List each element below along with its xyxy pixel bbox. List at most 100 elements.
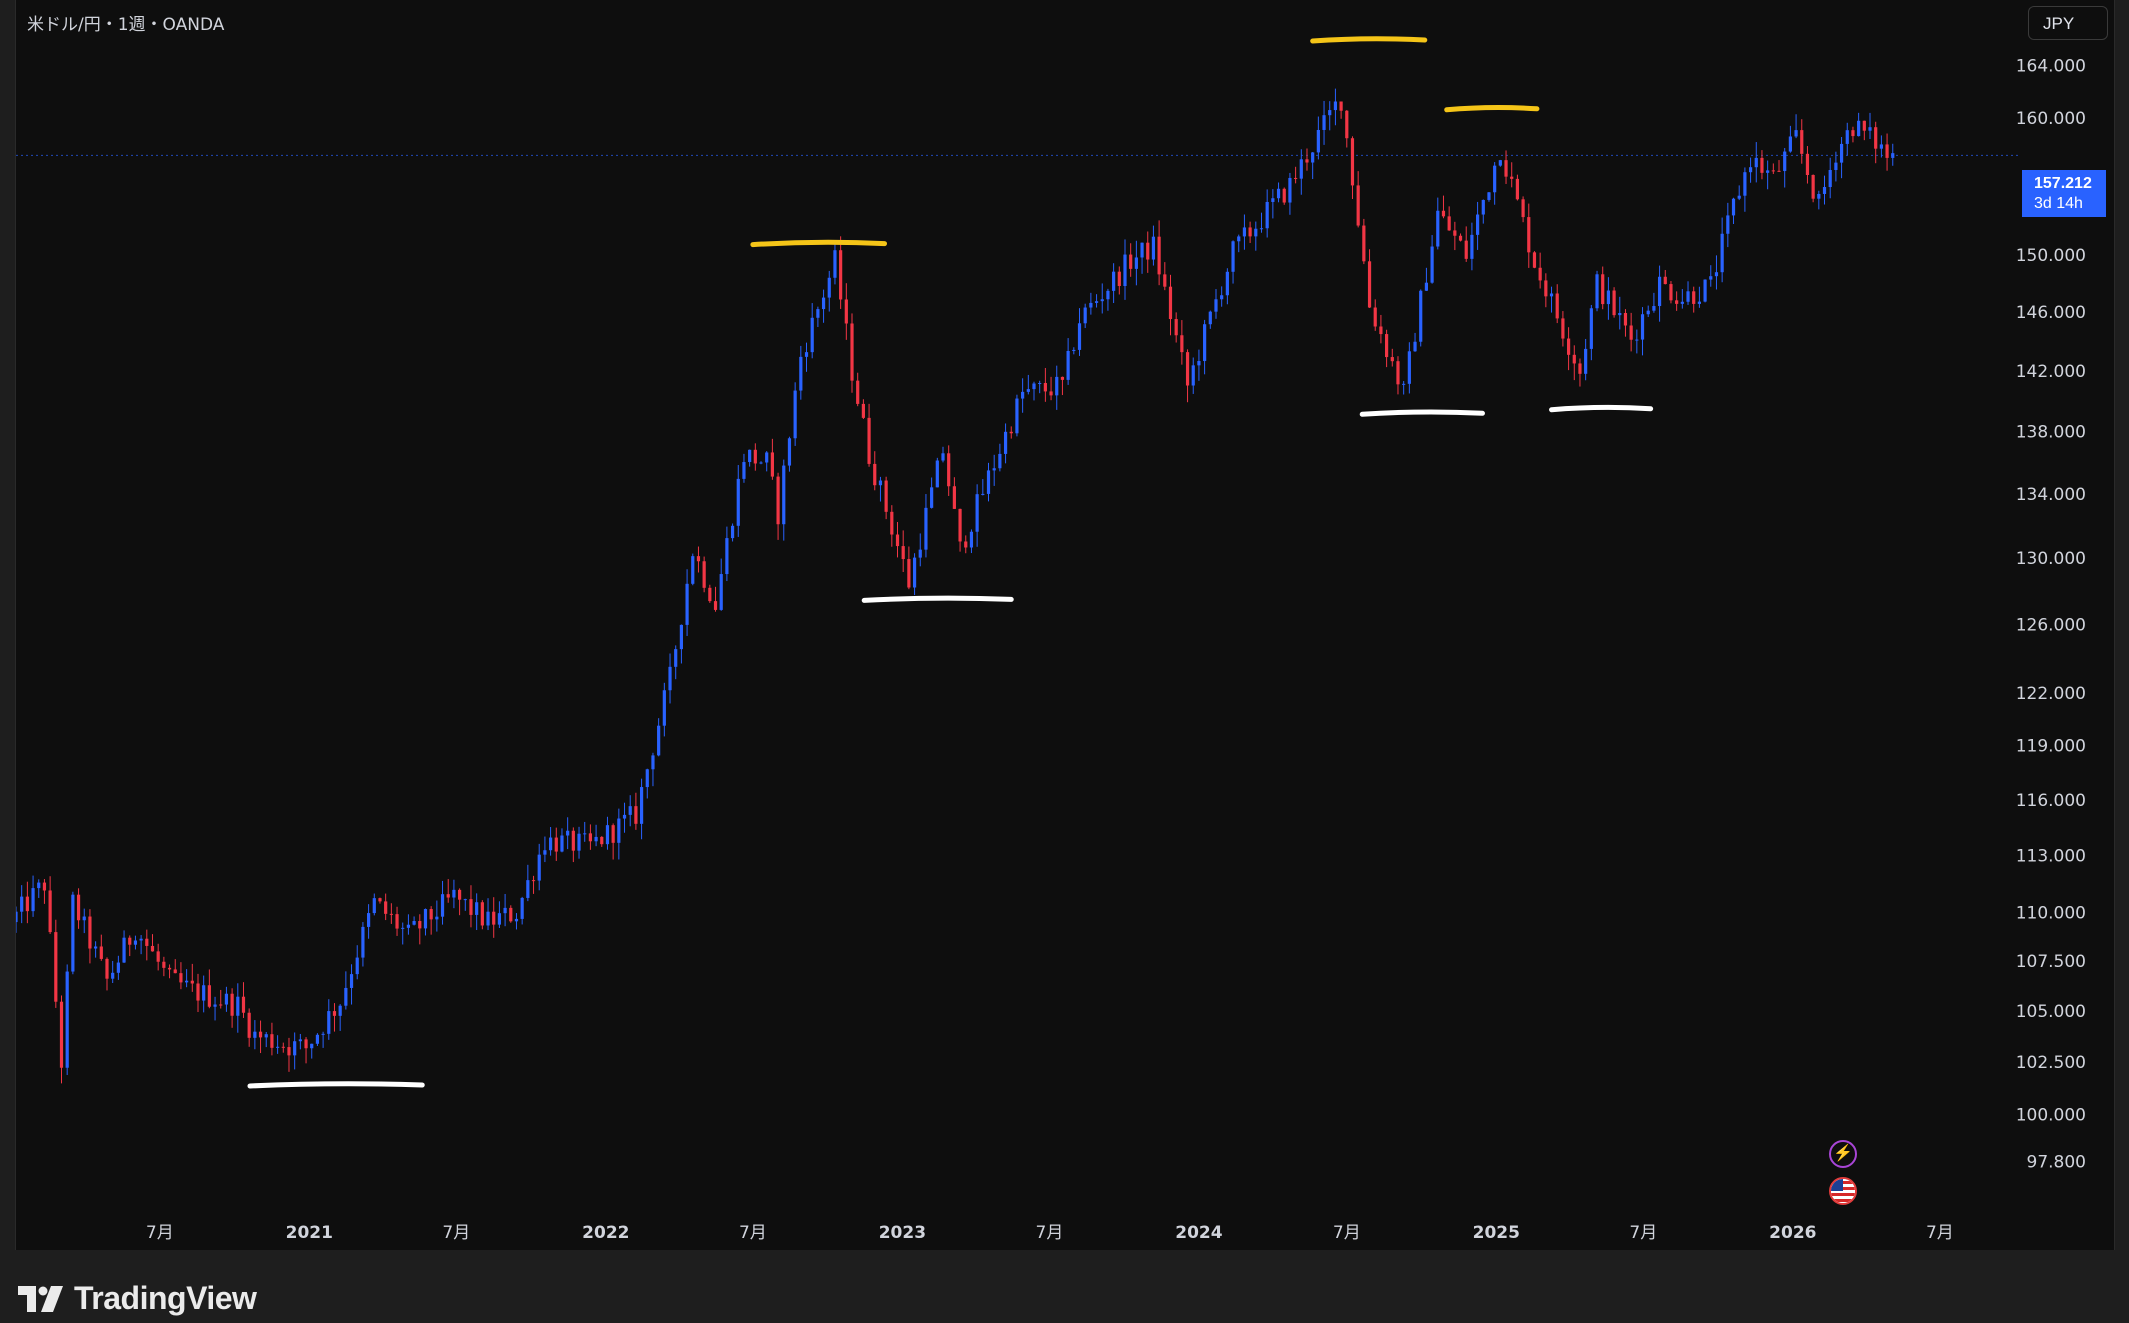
candle-body: [1487, 192, 1491, 200]
candle-body: [520, 897, 524, 919]
candle-body: [645, 769, 649, 788]
lightning-icon[interactable]: ⚡: [1829, 1140, 1857, 1168]
candle-body: [287, 1047, 291, 1056]
candle-body: [133, 940, 138, 945]
candle-body: [941, 453, 945, 461]
candle-body: [492, 911, 496, 925]
candle-body: [344, 987, 348, 1006]
candle-body: [1868, 127, 1872, 131]
candle-body: [918, 549, 922, 558]
candle-body: [48, 890, 52, 933]
candle-body: [1220, 295, 1224, 300]
tradingview-logo-icon: [18, 1285, 63, 1312]
candle-body: [1419, 290, 1423, 342]
tradingview-logo[interactable]: TradingView: [18, 1280, 257, 1317]
candle-body: [1038, 382, 1042, 384]
y-tick-label: 150.000: [2016, 246, 2086, 266]
candle-body: [719, 574, 723, 610]
candle-body: [1003, 431, 1008, 454]
candle-body: [298, 1039, 302, 1042]
candle-body: [1453, 230, 1457, 236]
candle-body: [1015, 398, 1019, 434]
candle-body: [59, 1001, 64, 1068]
candle-body: [1481, 199, 1485, 215]
candle-body: [611, 825, 615, 843]
candle-body: [1214, 299, 1218, 312]
tradingview-logo-text: TradingView: [74, 1280, 257, 1316]
candle-body: [1697, 301, 1701, 304]
candle-body: [1180, 335, 1184, 353]
resistance-mark: [750, 239, 888, 248]
candle-body: [406, 924, 411, 928]
candle-body: [1578, 363, 1582, 374]
candle-body: [1714, 272, 1719, 277]
candle-body: [105, 958, 109, 979]
us-flag-icon[interactable]: [1829, 1177, 1857, 1205]
candle-body: [566, 830, 570, 836]
candle-body: [1032, 383, 1036, 390]
bar-countdown-label: 3d 14h: [2034, 195, 2083, 212]
candle-body: [99, 946, 103, 959]
candle-body: [150, 945, 155, 952]
candle-body: [981, 493, 985, 495]
candle-body: [16, 911, 18, 923]
y-tick-label: 122.000: [2016, 684, 2086, 704]
y-tick-label: 138.000: [2016, 423, 2086, 443]
candle-body: [1328, 110, 1332, 116]
candle-body: [1726, 215, 1730, 234]
candle-body: [310, 1043, 314, 1049]
candle-body: [765, 452, 769, 463]
candle-body: [998, 453, 1002, 469]
candle-body: [1493, 165, 1497, 193]
y-tick-label: 97.800: [2027, 1153, 2086, 1173]
candle-body: [1208, 311, 1212, 325]
candle-body: [736, 478, 740, 526]
candle-body: [1874, 127, 1878, 149]
footer: [0, 1250, 2129, 1323]
candle-body: [1146, 242, 1150, 260]
candle-body: [708, 587, 712, 602]
candle-body: [1822, 187, 1827, 194]
candle-body: [975, 494, 979, 532]
candle-body: [1566, 338, 1571, 355]
candle-body: [1339, 101, 1343, 111]
candle-body: [1811, 174, 1815, 199]
candle-body: [537, 854, 541, 881]
candle-body: [1424, 282, 1429, 291]
candle-body: [440, 894, 445, 917]
candle-body: [1521, 199, 1525, 218]
candle-body: [1709, 276, 1713, 280]
candle-body: [799, 356, 803, 391]
candle-body: [1692, 291, 1696, 304]
candle-body: [281, 1046, 285, 1048]
currency-button[interactable]: JPY: [2028, 6, 2108, 40]
candle-body: [1783, 151, 1787, 172]
candle-body: [162, 961, 166, 968]
candle-body: [1112, 271, 1116, 291]
candles-group: [16, 88, 1895, 1084]
candle-body: [1458, 235, 1463, 241]
support-mark: [247, 1081, 425, 1089]
chart-frame[interactable]: 164.000 160.000 150.000 146.000 142.000 138.0…: [15, 0, 2115, 1251]
candle-body: [1089, 302, 1093, 308]
candle-body: [1021, 391, 1025, 399]
candlestick-chart[interactable]: 164.000 160.000 150.000 146.000 142.000 138.0…: [16, 0, 2114, 1250]
candle-body: [1316, 129, 1320, 153]
x-tick-label: 7月: [442, 1223, 470, 1243]
candle-body: [412, 921, 416, 925]
candle-body: [622, 814, 627, 819]
candle-body: [833, 250, 837, 278]
candle-body: [1686, 291, 1690, 302]
candle-body: [463, 899, 467, 901]
candle-body: [1106, 290, 1110, 300]
candle-body: [1851, 130, 1855, 137]
candle-body: [219, 1004, 223, 1006]
candle-body: [452, 889, 456, 898]
candle-body: [156, 951, 160, 962]
candle-body: [1231, 241, 1235, 272]
candle-body: [804, 352, 809, 357]
candle-body: [1026, 389, 1030, 392]
candle-body: [850, 323, 854, 381]
candle-body: [241, 996, 246, 1013]
candle-body: [1299, 159, 1303, 179]
